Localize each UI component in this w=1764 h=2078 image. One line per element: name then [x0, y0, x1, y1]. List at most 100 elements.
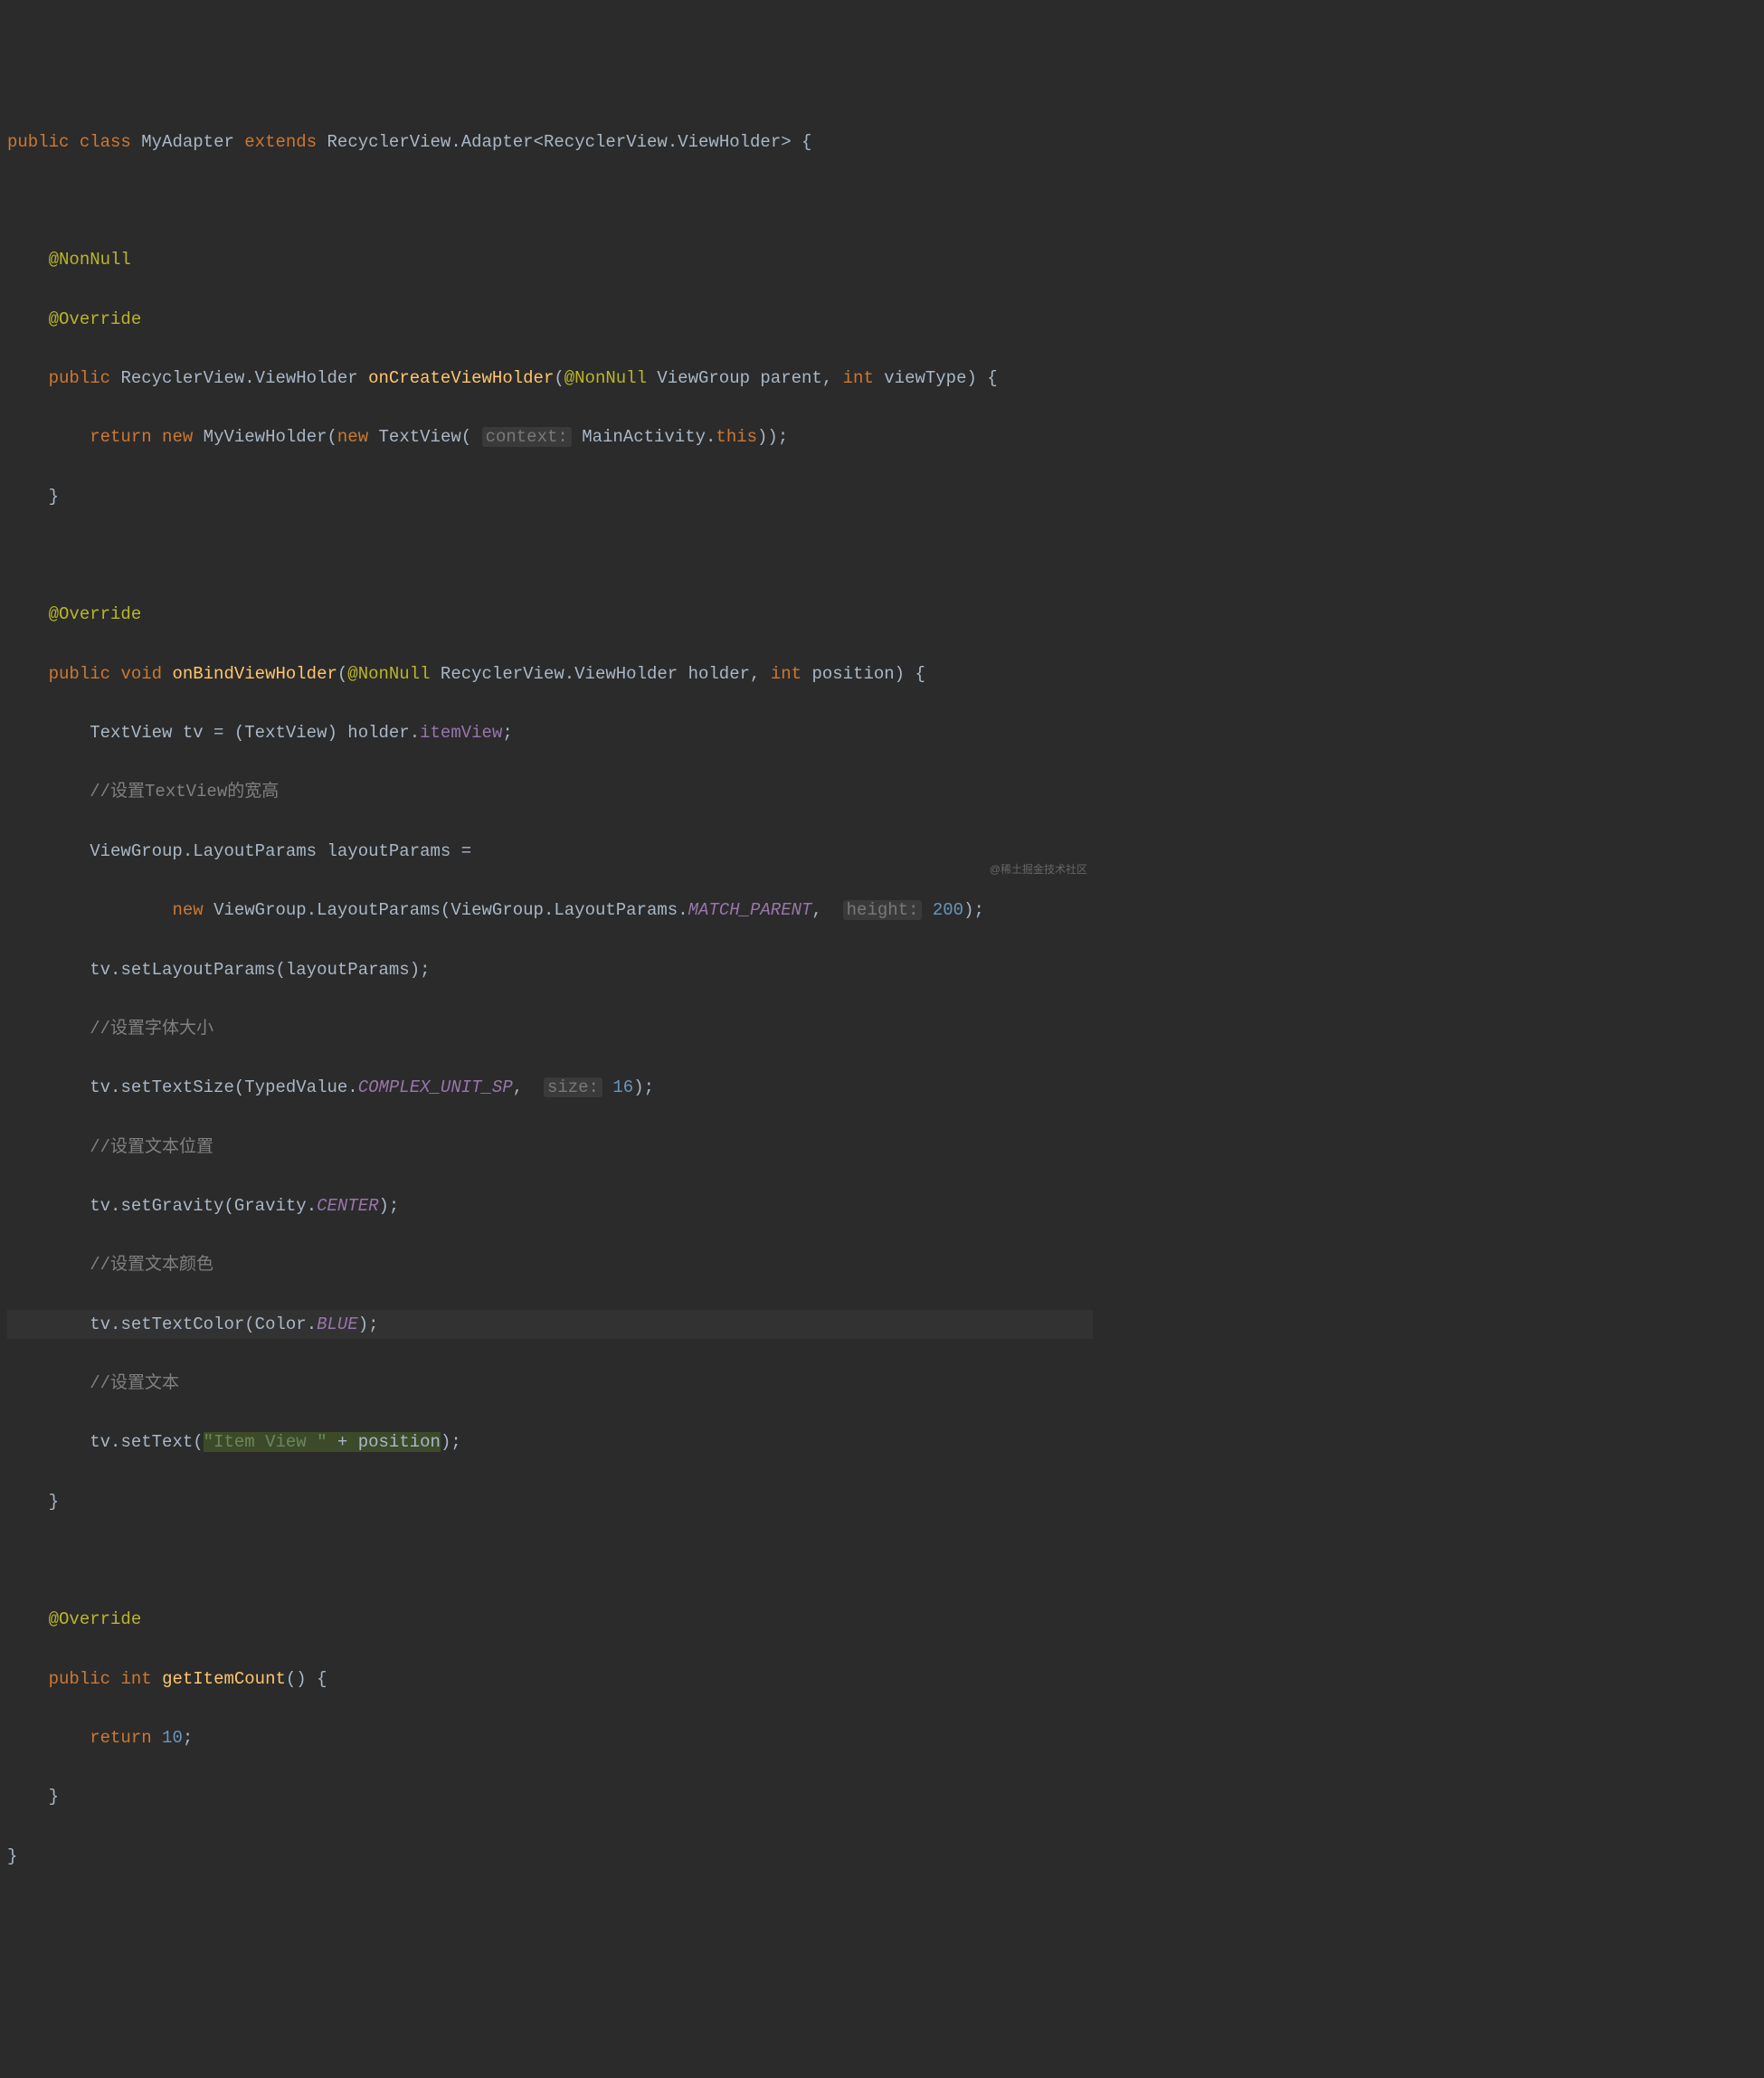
param: position: [358, 1432, 441, 1452]
code-line: //设置文本位置: [7, 1133, 1093, 1162]
class-name: ViewHolder: [678, 132, 781, 152]
code-line: @NonNull: [7, 245, 1093, 275]
number: 10: [162, 1728, 183, 1748]
type: TextView: [90, 723, 172, 743]
constant: MATCH_PARENT: [688, 900, 812, 920]
type: ViewGroup: [450, 900, 544, 920]
keyword: void: [120, 664, 162, 684]
type: ViewGroup: [90, 841, 183, 861]
code-line: public void onBindViewHolder(@NonNull Re…: [7, 659, 1093, 689]
code-line: }: [7, 1782, 1093, 1812]
keyword: int: [843, 368, 874, 388]
keyword: public: [7, 132, 69, 152]
code-editor[interactable]: public class MyAdapter extends RecyclerV…: [7, 128, 1093, 1872]
var: tv: [183, 723, 204, 743]
code-line: tv.setLayoutParams(layoutParams);: [7, 955, 1093, 985]
keyword: class: [80, 132, 131, 152]
string-highlighted: "Item View ": [204, 1432, 327, 1452]
class-name: RecyclerView: [544, 132, 668, 152]
method-name: onCreateViewHolder: [368, 368, 554, 388]
param: parent: [760, 368, 821, 388]
keyword: int: [120, 1669, 151, 1689]
annotation: @Override: [49, 309, 142, 329]
annotation: @Override: [49, 1609, 142, 1629]
code-line: [7, 541, 1093, 571]
type: TextView: [244, 723, 327, 743]
code-line: ViewGroup.LayoutParams layoutParams =: [7, 837, 1093, 867]
code-line: tv.setText("Item View " + position);: [7, 1428, 1093, 1457]
method-call: setTextColor: [120, 1314, 244, 1334]
type: MainActivity: [582, 427, 706, 447]
var: tv: [90, 1077, 110, 1097]
keyword: return: [90, 1728, 151, 1748]
code-line-active: tv.setTextColor(Color.BLUE);: [7, 1310, 1093, 1340]
param: holder: [347, 723, 409, 743]
code-line: public class MyAdapter extends RecyclerV…: [7, 128, 1093, 157]
var: layoutParams: [327, 841, 450, 861]
method-name: onBindViewHolder: [172, 664, 337, 684]
type: LayoutParams: [193, 841, 317, 861]
var: tv: [90, 1432, 110, 1452]
comment: //设置文本位置: [90, 1137, 213, 1157]
code-line: //设置字体大小: [7, 1014, 1093, 1044]
method-call: setTextSize: [120, 1077, 233, 1097]
type: LayoutParams: [554, 900, 678, 920]
code-line: @Override: [7, 600, 1093, 630]
type: TextView: [379, 427, 461, 447]
code-line: }: [7, 482, 1093, 512]
param: position: [811, 664, 894, 684]
annotation: @NonNull: [564, 368, 647, 388]
watermark: @稀土掘金技术社区: [990, 860, 1087, 879]
code-line: @Override: [7, 1605, 1093, 1635]
constant: BLUE: [317, 1314, 358, 1334]
param-hint: context:: [482, 427, 572, 447]
keyword: int: [771, 664, 801, 684]
type: MyViewHolder: [204, 427, 327, 447]
code-line: public RecyclerView.ViewHolder onCreateV…: [7, 364, 1093, 394]
class-name: RecyclerView: [327, 132, 451, 152]
code-line: [7, 1546, 1093, 1576]
keyword: new: [162, 427, 193, 447]
type: ViewGroup: [213, 900, 307, 920]
class-name: Adapter: [461, 132, 534, 152]
code-line: }: [7, 1487, 1093, 1517]
number: 16: [612, 1077, 633, 1097]
code-line: return 10;: [7, 1723, 1093, 1753]
keyword: public: [49, 664, 110, 684]
code-line: return new MyViewHolder(new TextView( co…: [7, 422, 1093, 452]
var: tv: [90, 1314, 110, 1334]
type: ViewHolder: [574, 664, 678, 684]
var: tv: [90, 960, 110, 980]
code-line: public int getItemCount() {: [7, 1665, 1093, 1694]
param: holder: [688, 664, 750, 684]
type: ViewGroup: [657, 368, 750, 388]
comment: //设置文本颜色: [90, 1255, 213, 1275]
constant: COMPLEX_UNIT_SP: [358, 1077, 513, 1097]
code-line: @Override: [7, 305, 1093, 335]
expr-highlighted: + position: [327, 1432, 441, 1452]
param: viewType: [884, 368, 966, 388]
keyword: public: [49, 368, 110, 388]
param-hint: height:: [843, 900, 923, 920]
type: Color: [255, 1314, 307, 1334]
var: layoutParams: [286, 960, 410, 980]
code-line: //设置文本: [7, 1369, 1093, 1399]
class-name: MyAdapter: [141, 132, 234, 152]
code-line: TextView tv = (TextView) holder.itemView…: [7, 718, 1093, 748]
var: tv: [90, 1196, 110, 1216]
annotation: @NonNull: [49, 250, 131, 270]
keyword: return: [90, 427, 151, 447]
param-hint: size:: [544, 1077, 602, 1097]
code-line: new ViewGroup.LayoutParams(ViewGroup.Lay…: [7, 896, 1093, 925]
method-call: setGravity: [120, 1196, 223, 1216]
type: TypedValue: [244, 1077, 347, 1097]
annotation: @Override: [49, 604, 142, 624]
code-line: }: [7, 1842, 1093, 1872]
code-line: //设置文本颜色: [7, 1250, 1093, 1280]
comment: //设置字体大小: [90, 1019, 213, 1039]
field: itemView: [420, 723, 502, 743]
code-line: tv.setTextSize(TypedValue.COMPLEX_UNIT_S…: [7, 1073, 1093, 1103]
constant: CENTER: [317, 1196, 378, 1216]
type: RecyclerView: [441, 664, 564, 684]
annotation: @NonNull: [347, 664, 430, 684]
